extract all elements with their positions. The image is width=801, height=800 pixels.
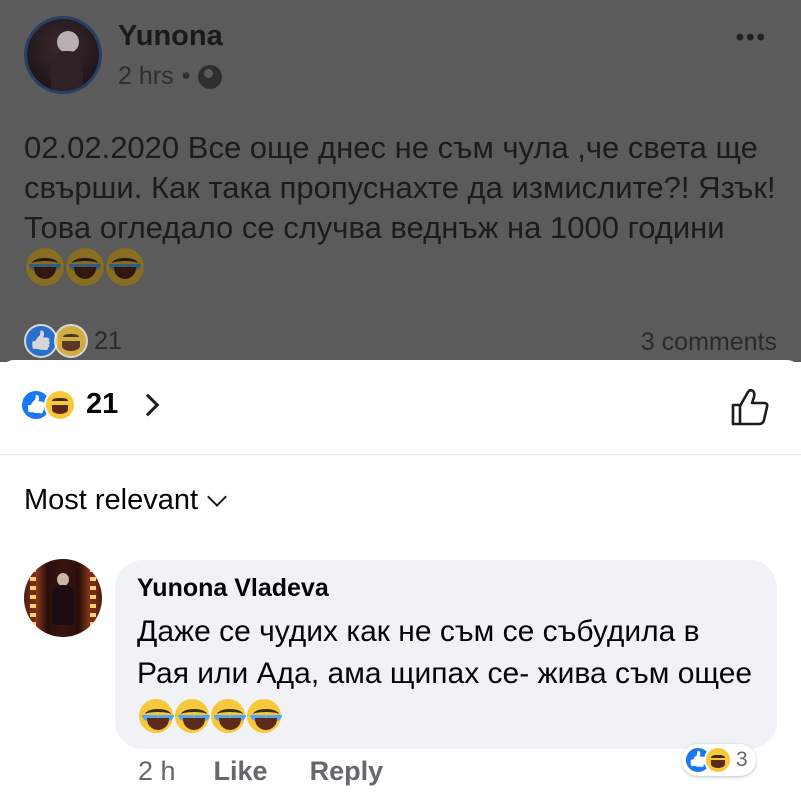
laughing-crying-emoji: [106, 248, 144, 286]
like-button[interactable]: Like: [214, 756, 268, 787]
haha-reaction-icon: [54, 324, 88, 358]
post-text: 02.02.2020 Все още днес не съм чула ,че …: [24, 128, 784, 288]
avatar-figure-body: [51, 51, 83, 91]
comment-reaction-count: 3: [736, 748, 748, 771]
post-author-name[interactable]: Yunona: [118, 20, 223, 53]
like-reaction-icon: [24, 324, 58, 358]
laughing-crying-emoji: [139, 699, 173, 733]
avatar-light-strip: [90, 559, 96, 637]
thumbs-up-outline-icon[interactable]: [729, 386, 771, 428]
post-reaction-count: 21: [94, 326, 122, 355]
sort-label: Most relevant: [24, 484, 199, 516]
post-author-avatar[interactable]: [24, 16, 102, 94]
laughing-crying-emoji: [211, 699, 245, 733]
haha-reaction-icon: [44, 388, 76, 421]
post-emoji-group: [24, 248, 144, 286]
comment-bubble[interactable]: Yunona Vladeva Даже се чудих как не съм …: [115, 560, 777, 749]
sheet-reactions-summary[interactable]: 21: [20, 388, 160, 421]
chevron-right-icon: [136, 393, 160, 416]
meta-separator: •: [181, 62, 191, 90]
post-time[interactable]: 2 hrs: [118, 62, 174, 91]
comment-author-avatar[interactable]: [24, 559, 102, 637]
laughing-crying-emoji: [175, 699, 209, 733]
post-meta: 2 hrs •: [118, 62, 223, 91]
laughing-crying-emoji: [247, 699, 281, 733]
avatar-light-strip: [30, 559, 36, 637]
chevron-down-icon: [207, 486, 227, 507]
avatar-figure-body: [52, 585, 74, 625]
sheet-header: 21: [0, 360, 801, 455]
comments-sheet: 21 Most relevant Yunona Vladeva Даже се …: [0, 360, 801, 800]
reply-button[interactable]: Reply: [310, 756, 384, 787]
post-reactions-summary[interactable]: 21: [24, 324, 122, 358]
more-options-icon[interactable]: •••: [736, 24, 767, 52]
sort-dropdown[interactable]: Most relevant: [24, 484, 227, 517]
comment-text-content: Даже се чудих как не съм се събудила в Р…: [137, 615, 753, 690]
avatar-figure-head: [57, 31, 79, 53]
haha-reaction-icon: [704, 746, 732, 774]
laughing-crying-emoji: [66, 248, 104, 286]
globe-icon: [198, 64, 223, 89]
comment-reactions-badge[interactable]: 3: [682, 744, 756, 776]
comment-time[interactable]: 2 h: [138, 756, 176, 787]
post-background: Yunona 2 hrs • ••• 02.02.2020 Все още дн…: [0, 0, 801, 362]
sheet-reaction-count: 21: [86, 388, 119, 420]
comment-author-name[interactable]: Yunona Vladeva: [137, 574, 755, 603]
comment-text: Даже се чудих как не съм се събудила в Р…: [137, 611, 755, 737]
comment-actions: 2 h Like Reply: [138, 756, 383, 787]
laughing-crying-emoji: [26, 248, 64, 286]
post-comments-count[interactable]: 3 comments: [641, 328, 777, 357]
post-text-content: 02.02.2020 Все още днес не съм чула ,че …: [24, 130, 776, 245]
